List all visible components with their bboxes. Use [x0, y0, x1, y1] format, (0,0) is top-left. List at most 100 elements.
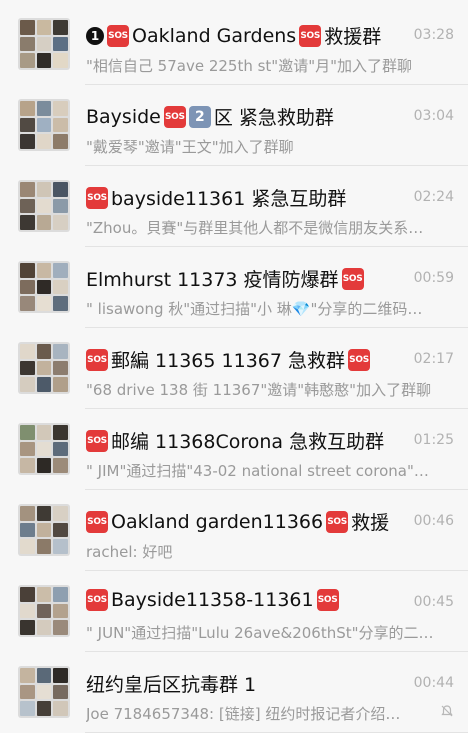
avatar-tile [53, 620, 68, 635]
avatar-tile [20, 539, 35, 554]
avatar-tile [53, 134, 68, 149]
avatar-tile [36, 684, 52, 700]
avatar-tile [20, 263, 35, 278]
chat-title-text: 区 紧急救助群 [213, 107, 334, 129]
chat-row[interactable]: Bayside SOS 2 区 紧急救助群 "戴爱琴"邀请"王文"加入了群聊 03:04 [0, 85, 468, 166]
avatar-tile [53, 53, 68, 68]
last-message-preview: "68 drive 138 街 11367"邀请"韩憨憨"加入了群聊 [86, 381, 432, 399]
avatar-tile [53, 263, 68, 278]
avatar-tile [20, 506, 35, 521]
chat-time: 02:17 [413, 351, 454, 367]
avatar-tile [36, 263, 52, 278]
avatar-tile [53, 603, 68, 619]
avatar-tile [36, 53, 52, 68]
avatar-tile [53, 587, 68, 602]
avatar-tile [36, 587, 52, 602]
avatar-tile [53, 506, 68, 521]
avatar-tile [36, 360, 52, 376]
sos-icon: SOS [299, 24, 322, 47]
avatar-tile [53, 701, 68, 716]
avatar-tile [53, 377, 68, 392]
avatar-tile [36, 36, 52, 52]
group-avatar [18, 18, 70, 70]
avatar-tile [20, 215, 35, 230]
sos-icon: SOS [163, 105, 186, 128]
avatar-tile [20, 441, 35, 457]
chat-time: 01:25 [413, 432, 454, 448]
avatar-tile [20, 620, 35, 635]
chat-title-text: 邮编 11368Corona 急救互助群 [111, 431, 385, 453]
avatar-tile [36, 134, 52, 149]
chat-title-text: Elmhurst 11373 疫情防爆群 [86, 269, 339, 291]
chat-row[interactable]: SOS Oakland garden11366 SOS 救援 rachel: 好吧 00… [0, 490, 468, 571]
avatar-tile [53, 117, 68, 133]
avatar-tile [36, 522, 52, 538]
avatar-tile [53, 668, 68, 683]
avatar-tile [36, 539, 52, 554]
chat-title-text: 救援群 [324, 26, 382, 48]
chat-title-text: Bayside [86, 105, 161, 128]
avatar-tile [20, 603, 35, 619]
chat-list: 1 SOS Oakland Gardens SOS 救援群 "相信自己 57ave 22… [0, 0, 468, 733]
chat-time: 00:44 [413, 675, 454, 691]
avatar-tile [36, 215, 52, 230]
chat-row[interactable]: SOS bayside11361 紧急互助群 "Zhou。貝賽"与群里其他人都不是微… [0, 166, 468, 247]
chat-time: 00:45 [413, 594, 454, 610]
chat-row[interactable]: 1 SOS Oakland Gardens SOS 救援群 "相信自己 57ave 22… [0, 4, 468, 85]
chat-row[interactable]: Elmhurst 11373 疫情防爆群 SOS " lisawong 秋"通过扫描… [0, 247, 468, 328]
avatar-tile [36, 458, 52, 473]
chat-title: 纽约皇后区抗毒群 1 [86, 670, 408, 697]
chat-title-text: bayside11361 紧急互助群 [111, 188, 347, 210]
chat-title-text: Oakland garden11366 [111, 510, 324, 533]
avatar-tile [20, 458, 35, 473]
group-avatar [18, 585, 70, 637]
avatar-tile [53, 182, 68, 197]
avatar-tile [36, 344, 52, 359]
avatar-tile [53, 215, 68, 230]
chat-time: 02:24 [413, 189, 454, 205]
avatar-tile [36, 701, 52, 716]
chat-title: SOS Bayside11358-11361 SOS [86, 589, 408, 611]
avatar-tile [53, 296, 68, 311]
avatar-tile [20, 587, 35, 602]
avatar-tile [53, 425, 68, 440]
avatar-tile [53, 539, 68, 554]
sos-icon: SOS [316, 589, 339, 611]
avatar-tile [20, 279, 35, 295]
group-avatar [18, 99, 70, 151]
avatar-tile [20, 198, 35, 214]
chat-title: SOS bayside11361 紧急互助群 [86, 184, 408, 211]
avatar-tile [20, 701, 35, 716]
last-message-preview: " JIM"通过扫描"43-02 national street corona"… [86, 462, 429, 480]
chat-row[interactable]: SOS Bayside11358-11361 SOS " JUN"通过扫描"Lulu… [0, 571, 468, 652]
chat-row[interactable]: SOS 邮编 11368Corona 急救互助群 " JIM"通过扫描"43-02… [0, 409, 468, 490]
last-message-preview: "戴爱琴"邀请"王文"加入了群聊 [86, 138, 294, 156]
chat-title: 1 SOS Oakland Gardens SOS 救援群 [86, 22, 408, 49]
avatar-tile [36, 296, 52, 311]
chat-title: SOS Oakland garden11366 SOS 救援 [86, 508, 408, 535]
chat-row[interactable]: SOS 郵編 11365 11367 急救群 SOS "68 drive 138 街 … [0, 328, 468, 409]
avatar-tile [20, 53, 35, 68]
number-circle-icon: 1 [86, 26, 104, 45]
group-avatar [18, 504, 70, 556]
avatar-tile [20, 377, 35, 392]
chat-row[interactable]: 纽约皇后区抗毒群 1 Joe 7184657348: [链接] 纽约时报记者介绍…… [0, 652, 468, 733]
chat-title: SOS 邮编 11368Corona 急救互助群 [86, 427, 408, 454]
avatar-tile [53, 522, 68, 538]
chat-title: Bayside SOS 2 区 紧急救助群 [86, 103, 408, 130]
chat-title: Elmhurst 11373 疫情防爆群 SOS [86, 265, 408, 292]
mute-bell-icon [441, 705, 453, 717]
avatar-tile [20, 684, 35, 700]
avatar-tile [53, 458, 68, 473]
avatar-tile [36, 603, 52, 619]
avatar-tile [20, 668, 35, 683]
sos-icon: SOS [326, 510, 349, 533]
chat-time: 00:59 [413, 270, 454, 286]
chat-title-text: 纽约皇后区抗毒群 1 [86, 674, 257, 696]
group-avatar [18, 666, 70, 718]
avatar-tile [53, 360, 68, 376]
number-box-icon: 2 [188, 105, 211, 128]
last-message-preview: " lisawong 秋"通过扫描"小 琳💎"分享的二维码… [86, 300, 423, 318]
group-avatar [18, 261, 70, 313]
avatar-tile [53, 279, 68, 295]
